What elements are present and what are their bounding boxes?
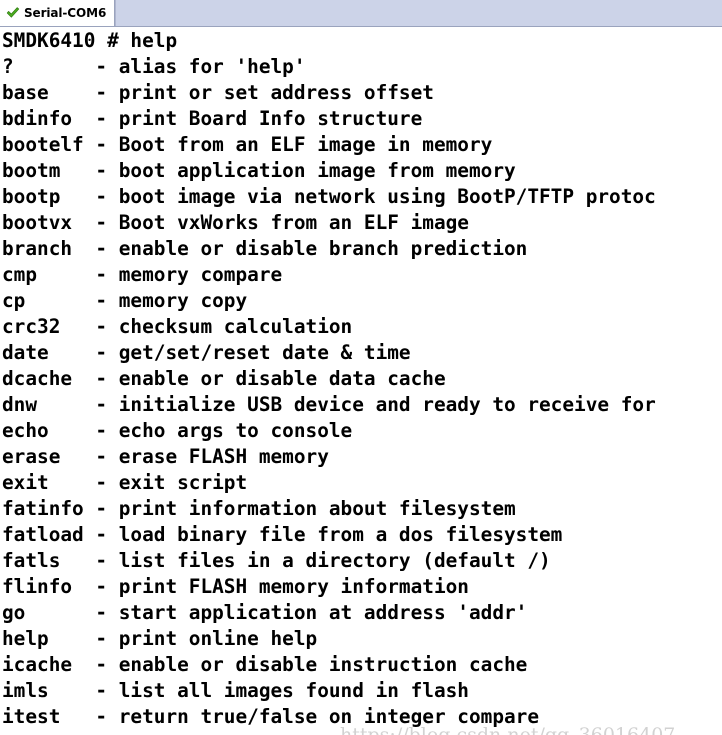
terminal-line: fatinfo - print information about filesy…	[2, 497, 516, 520]
terminal-line: exit - exit script	[2, 471, 248, 494]
terminal-line: SMDK6410 # help	[2, 29, 178, 52]
terminal-line: help - print online help	[2, 627, 318, 650]
tab-bar: Serial-COM6	[0, 0, 722, 27]
terminal-line: imls - list all images found in flash	[2, 679, 469, 702]
terminal-line: erase - erase FLASH memory	[2, 445, 329, 468]
terminal-output-area[interactable]: https://blog.csdn.net/qq_36016407 SMDK64…	[0, 27, 722, 735]
terminal-line: cmp - memory compare	[2, 263, 283, 286]
tab-strip: Serial-COM6	[0, 0, 116, 26]
terminal-line: bdinfo - print Board Info structure	[2, 107, 423, 130]
terminal-line: ? - alias for 'help'	[2, 55, 306, 78]
terminal-line: dnw - initialize USB device and ready to…	[2, 393, 656, 416]
terminal-line: icache - enable or disable instruction c…	[2, 653, 528, 676]
terminal-lines: SMDK6410 # help ? - alias for 'help' base …	[2, 28, 656, 730]
terminal-line: cp - memory copy	[2, 289, 248, 312]
terminal-line: bootm - boot application image from memo…	[2, 159, 516, 182]
terminal-line: fatls - list files in a directory (defau…	[2, 549, 551, 572]
terminal-line: branch - enable or disable branch predic…	[2, 237, 528, 260]
terminal-line: base - print or set address offset	[2, 81, 434, 104]
terminal-line: dcache - enable or disable data cache	[2, 367, 446, 390]
tab-label: Serial-COM6	[24, 6, 107, 20]
terminal-line: flinfo - print FLASH memory information	[2, 575, 469, 598]
terminal-line: crc32 - checksum calculation	[2, 315, 353, 338]
terminal-line: fatload - load binary file from a dos fi…	[2, 523, 563, 546]
terminal-line: go - start application at address 'addr'	[2, 601, 528, 624]
terminal-line: date - get/set/reset date & time	[2, 341, 411, 364]
terminal-line: bootvx - Boot vxWorks from an ELF image	[2, 211, 469, 234]
terminal-line: bootp - boot image via network using Boo…	[2, 185, 656, 208]
green-check-icon	[6, 6, 20, 20]
tab-serial-com6[interactable]: Serial-COM6	[0, 0, 116, 26]
terminal-line: itest - return true/false on integer com…	[2, 705, 540, 728]
terminal-line: bootelf - Boot from an ELF image in memo…	[2, 133, 493, 156]
terminal-line: echo - echo args to console	[2, 419, 353, 442]
